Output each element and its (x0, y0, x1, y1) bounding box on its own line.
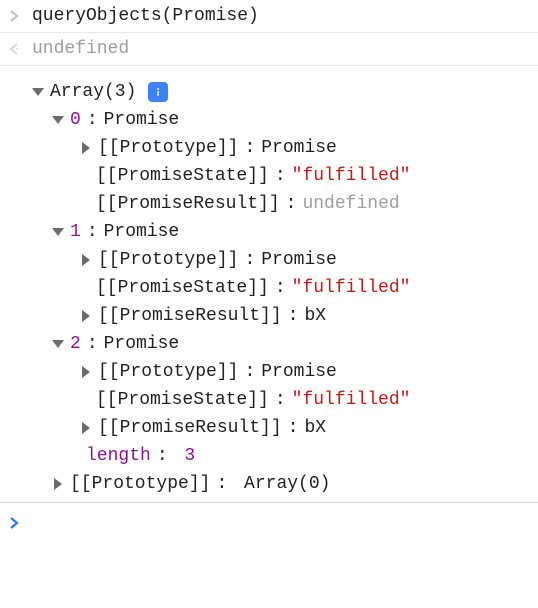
proto-key: [[Prototype]] (98, 358, 238, 386)
console-output-row: undefined (0, 33, 538, 66)
array-proto-key: [[Prototype]] (70, 470, 210, 498)
disclosure-down-icon[interactable] (52, 340, 64, 348)
result-val: bX (304, 302, 326, 330)
output-marker (6, 37, 22, 61)
prompt-input[interactable] (32, 511, 530, 513)
disclosure-right-icon[interactable] (80, 142, 92, 154)
item-type: Promise (104, 330, 180, 358)
result-key: [[PromiseResult]] (98, 414, 282, 442)
disclosure-right-icon[interactable] (80, 422, 92, 434)
proto-val: Promise (261, 246, 337, 274)
info-icon[interactable] (148, 82, 168, 102)
array-header-line[interactable]: Array(3) (32, 78, 530, 106)
proto-key: [[Prototype]] (98, 134, 238, 162)
result-val: bX (304, 414, 326, 442)
output-undefined: undefined (32, 37, 530, 59)
input-text: queryObjects(Promise) (32, 4, 530, 26)
item-index: 2 (70, 330, 81, 358)
disclosure-right-icon[interactable] (80, 254, 92, 266)
array-header-text: Array(3) (50, 78, 136, 106)
length-line: length: 3 (32, 442, 530, 470)
input-marker (6, 4, 22, 28)
result-key: [[PromiseResult]] (98, 302, 282, 330)
length-label: length (86, 442, 151, 470)
prompt-marker (6, 511, 22, 535)
disclosure-down-icon[interactable] (52, 116, 64, 124)
promise-state-line: [[PromiseState]]: "fulfilled" (32, 274, 530, 302)
disclosure-right-icon[interactable] (80, 366, 92, 378)
chevron-right-icon (9, 8, 19, 28)
array-item-header[interactable]: 1: Promise (32, 218, 530, 246)
array-item-header[interactable]: 2: Promise (32, 330, 530, 358)
console-prompt-row[interactable] (0, 502, 538, 557)
result-val: undefined (302, 190, 399, 218)
array-prototype-line[interactable]: [[Prototype]]: Array(0) (32, 470, 530, 498)
promise-state-line: [[PromiseState]]: "fulfilled" (32, 162, 530, 190)
item-index: 0 (70, 106, 81, 134)
state-val: "fulfilled" (292, 162, 411, 190)
disclosure-down-icon[interactable] (52, 228, 64, 236)
promise-result-line[interactable]: [[PromiseResult]]: bX (32, 414, 530, 442)
console-result-row: Array(3) 0: Promise[[Prototype]]: Promis… (0, 66, 538, 502)
chevron-left-icon (9, 41, 19, 61)
chevron-right-icon (9, 515, 19, 535)
disclosure-right-icon[interactable] (80, 310, 92, 322)
array-item-header[interactable]: 0: Promise (32, 106, 530, 134)
proto-key: [[Prototype]] (98, 246, 238, 274)
state-val: "fulfilled" (292, 274, 411, 302)
disclosure-down-icon[interactable] (32, 88, 44, 96)
state-key: [[PromiseState]] (96, 386, 269, 414)
state-key: [[PromiseState]] (96, 162, 269, 190)
prototype-line[interactable]: [[Prototype]]: Promise (32, 246, 530, 274)
prototype-line[interactable]: [[Prototype]]: Promise (32, 134, 530, 162)
proto-val: Promise (261, 358, 337, 386)
length-value: 3 (184, 442, 195, 470)
promise-state-line: [[PromiseState]]: "fulfilled" (32, 386, 530, 414)
state-val: "fulfilled" (292, 386, 411, 414)
array-proto-val: Array(0) (244, 470, 330, 498)
item-index: 1 (70, 218, 81, 246)
promise-result-line: [[PromiseResult]]: undefined (32, 190, 530, 218)
disclosure-right-icon[interactable] (52, 478, 64, 490)
promise-result-line[interactable]: [[PromiseResult]]: bX (32, 302, 530, 330)
object-tree: Array(3) 0: Promise[[Prototype]]: Promis… (32, 76, 530, 498)
proto-val: Promise (261, 134, 337, 162)
state-key: [[PromiseState]] (96, 274, 269, 302)
result-key: [[PromiseResult]] (96, 190, 280, 218)
item-type: Promise (104, 218, 180, 246)
prototype-line[interactable]: [[Prototype]]: Promise (32, 358, 530, 386)
item-type: Promise (104, 106, 180, 134)
console-input-row: queryObjects(Promise) (0, 0, 538, 33)
